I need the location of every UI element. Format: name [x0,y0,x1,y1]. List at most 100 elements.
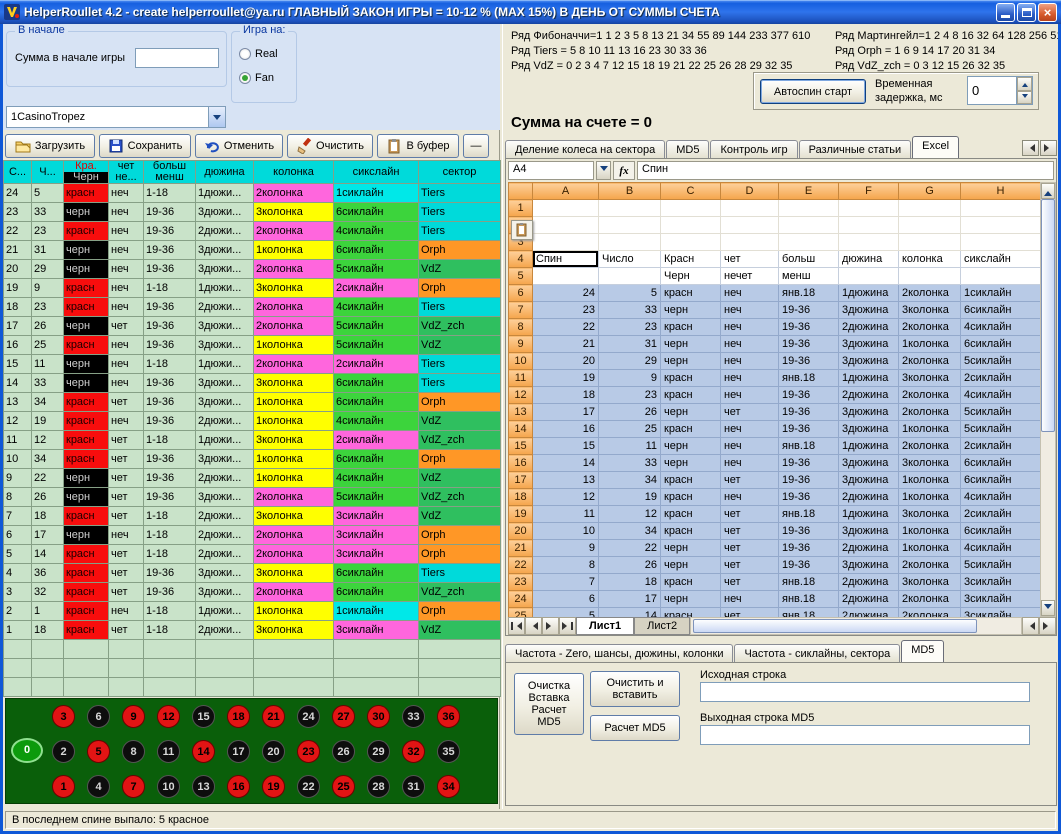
main-tab-4[interactable]: Excel [912,136,959,158]
column-cell[interactable]: 1колонка [254,393,334,412]
column-cell[interactable]: 2колонка [254,526,334,545]
parity-cell[interactable]: чет [109,545,144,564]
excel-cell[interactable]: янв.18 [779,574,839,591]
excel-cell[interactable]: неч [721,302,779,319]
excel-cell[interactable] [839,200,899,217]
column-cell[interactable]: 2колонка [254,583,334,602]
excel-row-header-11[interactable]: 11 [509,370,533,387]
excel-cell[interactable] [533,200,599,217]
empty-cell[interactable] [196,678,254,697]
excel-cell[interactable]: красн [661,285,721,302]
sector-cell[interactable]: Tiers [419,203,501,222]
undo-button[interactable]: Отменить [195,134,283,158]
excel-cell[interactable]: 2колонка [899,404,961,421]
excel-row-header-9[interactable]: 9 [509,336,533,353]
color-cell[interactable]: черн [64,374,109,393]
roulette-number-23[interactable]: 23 [297,740,320,763]
parity-cell[interactable]: чет [109,488,144,507]
excel-cell[interactable]: 22 [599,540,661,557]
sector-cell[interactable]: Orph [419,393,501,412]
parity-cell[interactable]: неч [109,222,144,241]
excel-cell[interactable]: 11 [533,506,599,523]
empty-cell[interactable] [64,678,109,697]
excel-cell[interactable]: 5сиклайн [961,353,1041,370]
parity-cell[interactable]: неч [109,526,144,545]
excel-cell[interactable]: 19-36 [779,336,839,353]
sector-cell[interactable]: Tiers [419,298,501,317]
excel-col-header-D[interactable]: D [721,183,779,200]
excel-col-header-G[interactable]: G [899,183,961,200]
excel-col-header-E[interactable]: E [779,183,839,200]
excel-cell[interactable]: 19 [533,370,599,387]
excel-col-header-B[interactable]: B [599,183,661,200]
excel-cell[interactable]: 1колонка [899,421,961,438]
parity-cell[interactable]: неч [109,279,144,298]
range-cell[interactable]: 19-36 [144,583,196,602]
dozen-cell[interactable]: 1дюжи... [196,355,254,374]
excel-cell[interactable] [661,200,721,217]
excel-cell[interactable]: неч [721,455,779,472]
excel-cell[interactable]: 4сиклайн [961,319,1041,336]
excel-cell[interactable]: красн [661,523,721,540]
dozen-cell[interactable]: 2дюжи... [196,298,254,317]
spin-cell[interactable]: 21 [4,241,32,260]
excel-cell[interactable]: 5 [533,608,599,618]
excel-cell[interactable]: 34 [599,523,661,540]
number-cell[interactable]: 1 [32,602,64,621]
excel-cell[interactable]: 24 [533,285,599,302]
chevron-down-icon[interactable] [208,107,225,127]
sheet-next-button[interactable] [542,617,559,635]
roulette-number-14[interactable]: 14 [192,740,215,763]
excel-cell[interactable]: 3дюжина [839,557,899,574]
calc-md5-button[interactable]: Расчет MD5 [590,715,680,741]
excel-cell[interactable]: 2дюжина [839,608,899,618]
sixline-cell[interactable]: 5сиклайн [334,488,419,507]
parity-cell[interactable]: чет [109,450,144,469]
excel-cell[interactable]: неч [721,387,779,404]
excel-cell[interactable]: неч [721,421,779,438]
dozen-cell[interactable]: 3дюжи... [196,393,254,412]
dozen-cell[interactable]: 3дюжи... [196,317,254,336]
excel-cell[interactable]: 2дюжина [839,591,899,608]
number-cell[interactable]: 36 [32,564,64,583]
sheet-prev-button[interactable] [525,617,542,635]
excel-cell[interactable]: 2колонка [899,285,961,302]
empty-cell[interactable] [32,640,64,659]
roulette-number-20[interactable]: 20 [262,740,285,763]
color-cell[interactable]: черн [64,488,109,507]
sector-cell[interactable]: VdZ [419,260,501,279]
excel-cell[interactable]: 6сиклайн [961,302,1041,319]
range-cell[interactable]: 19-36 [144,450,196,469]
sector-cell[interactable]: Tiers [419,184,501,203]
spin-cell[interactable]: 15 [4,355,32,374]
roulette-number-4[interactable]: 4 [87,775,110,798]
spin-cell[interactable]: 8 [4,488,32,507]
spin-cell[interactable]: 13 [4,393,32,412]
excel-cell[interactable]: 2дюжина [839,540,899,557]
excel-cell[interactable]: 3дюжина [839,336,899,353]
maximize-button[interactable] [1017,3,1036,22]
parity-cell[interactable]: чет [109,431,144,450]
excel-cell[interactable]: черн [661,404,721,421]
excel-cell[interactable]: нечет [721,268,779,285]
sector-cell[interactable]: VdZ [419,336,501,355]
parity-cell[interactable]: неч [109,602,144,621]
excel-row-header-24[interactable]: 24 [509,591,533,608]
excel-cell[interactable]: 3дюжина [839,523,899,540]
excel-cell[interactable]: 34 [599,472,661,489]
excel-cell[interactable]: чет [721,251,779,268]
excel-cell[interactable] [899,217,961,234]
excel-row-header-10[interactable]: 10 [509,353,533,370]
sixline-cell[interactable]: 6сиклайн [334,583,419,602]
excel-cell[interactable]: 12 [599,506,661,523]
empty-cell[interactable] [4,678,32,697]
roulette-number-19[interactable]: 19 [262,775,285,798]
parity-cell[interactable]: неч [109,241,144,260]
column-cell[interactable]: 2колонка [254,184,334,203]
excel-col-header-H[interactable]: H [961,183,1041,200]
cell-name-box[interactable]: A4 [508,161,594,180]
excel-row-header-12[interactable]: 12 [509,387,533,404]
color-cell[interactable]: красн [64,336,109,355]
sector-cell[interactable]: VdZ_zch [419,583,501,602]
excel-cell[interactable]: чет [721,557,779,574]
